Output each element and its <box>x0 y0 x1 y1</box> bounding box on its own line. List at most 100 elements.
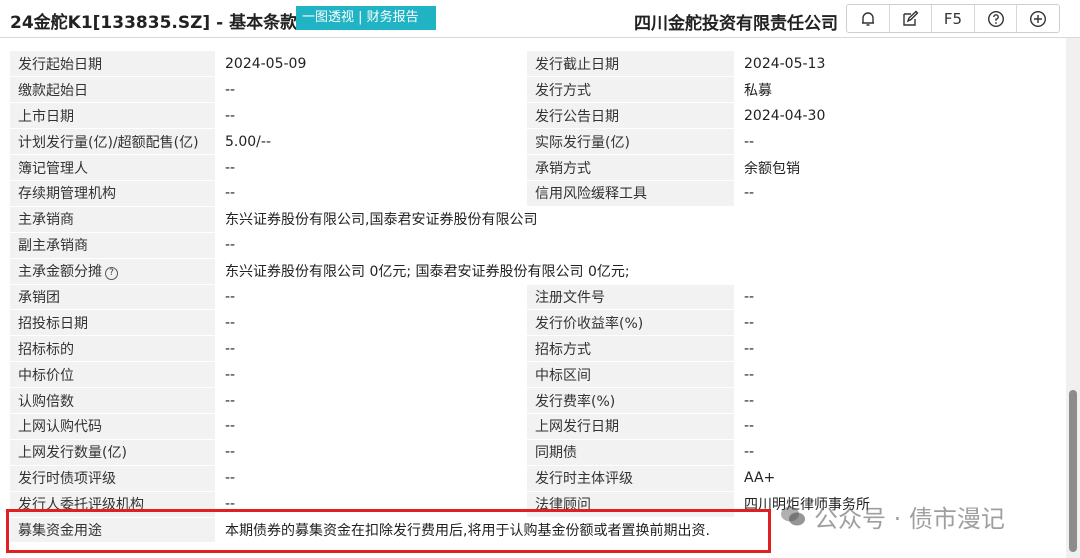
bond-terms-panel: 发行起始日期 2024-05-09 发行截止日期 2024-05-13 缴款起始日 -- 发… <box>0 38 1066 558</box>
field-label-text: 存续期管理机构 <box>18 186 116 203</box>
field-value-text: -- <box>225 366 236 383</box>
field-value-text: -- <box>225 470 236 487</box>
field-label-text: 发行公告日期 <box>535 108 619 125</box>
table-row: 中标价位 -- 中标区间 -- <box>10 361 1046 389</box>
field-value: -- <box>215 284 527 311</box>
field-value-text: -- <box>225 237 236 254</box>
field-label-text: 发行人委托评级机构 <box>18 497 144 514</box>
field-value: -- <box>215 387 527 414</box>
field-value-text: -- <box>225 340 236 357</box>
field-label: 法律顾问 <box>527 491 734 518</box>
field-label: 存续期管理机构 <box>10 180 215 207</box>
field-value: 2024-04-30 <box>734 102 1046 130</box>
field-value: -- <box>215 309 527 337</box>
field-value: -- <box>215 335 527 363</box>
vertical-scrollbar[interactable] <box>1066 38 1080 558</box>
field-label: 招投标日期 <box>10 309 215 337</box>
header-bar: 24金舵K1[133835.SZ] - 基本条款 一图透视 | 财务报告 四川金… <box>0 0 1080 38</box>
field-value-text: -- <box>744 340 755 357</box>
field-label-text: 同期债 <box>535 445 577 462</box>
field-value: -- <box>215 232 1046 259</box>
field-label: 募集资金用途 <box>10 517 215 544</box>
help-icon[interactable] <box>975 5 1018 32</box>
field-value: -- <box>734 361 1046 389</box>
field-value-text: -- <box>744 133 755 150</box>
table-row: 副主承销商 -- <box>10 232 1046 259</box>
field-value-text: -- <box>744 366 755 383</box>
field-value: AA+ <box>734 465 1046 492</box>
field-label-text: 上市日期 <box>18 108 74 125</box>
field-value-text: 余额包销 <box>744 160 800 177</box>
field-label: 主承金额分摊? <box>10 258 215 285</box>
table-row: 缴款起始日 -- 发行方式 私募 <box>10 76 1046 104</box>
field-label: 认购倍数 <box>10 387 215 414</box>
field-label-text: 发行价收益率(%) <box>535 315 644 332</box>
field-label: 发行起始日期 <box>10 51 215 78</box>
info-icon[interactable]: ? <box>105 267 118 281</box>
field-value-text: -- <box>225 496 236 513</box>
field-label-text: 承销方式 <box>535 160 591 177</box>
table-row: 招投标日期 -- 发行价收益率(%) -- <box>10 309 1046 337</box>
page-title: 24金舵K1[133835.SZ] - 基本条款 <box>10 13 298 33</box>
f5-refresh-button[interactable]: F5 <box>932 5 975 32</box>
field-value: 东兴证券股份有限公司 0亿元; 国泰君安证券股份有限公司 0亿元; <box>215 258 1046 285</box>
field-label-text: 主承金额分摊 <box>18 264 102 281</box>
field-label-text: 中标价位 <box>18 367 74 384</box>
table-row: 承销团 -- 注册文件号 -- <box>10 284 1046 311</box>
table-row: 计划发行量(亿)/超额配售(亿) 5.00/-- 实际发行量(亿) -- <box>10 128 1046 156</box>
scrollbar-thumb[interactable] <box>1069 390 1077 552</box>
field-value: -- <box>734 335 1046 363</box>
table-row: 存续期管理机构 -- 信用风险缓释工具 -- <box>10 180 1046 207</box>
field-label-text: 上网发行数量(亿) <box>18 445 127 462</box>
field-label: 上网发行数量(亿) <box>10 439 215 466</box>
field-value-text: AA+ <box>744 470 776 487</box>
overview-report-button[interactable]: 一图透视 | 财务报告 <box>296 6 436 30</box>
table-row: 簿记管理人 -- 承销方式 余额包销 <box>10 154 1046 181</box>
field-label-text: 上网发行日期 <box>535 419 619 436</box>
table-row: 发行时债项评级 -- 发行时主体评级 AA+ <box>10 465 1046 492</box>
field-value-text: -- <box>225 314 236 331</box>
edit-icon[interactable] <box>890 5 933 32</box>
field-label-text: 发行方式 <box>535 82 591 99</box>
field-label-text: 缴款起始日 <box>18 82 88 99</box>
field-value-text: -- <box>225 185 236 202</box>
field-label: 发行时主体评级 <box>527 465 734 492</box>
table-row: 主承销商 东兴证券股份有限公司,国泰君安证券股份有限公司 <box>10 206 1046 233</box>
watermark: 公众号 · 债市漫记 <box>780 494 1005 538</box>
field-value-text: -- <box>225 444 236 461</box>
field-label: 承销方式 <box>527 154 734 181</box>
field-value-text: -- <box>744 314 755 331</box>
field-label: 中标区间 <box>527 361 734 389</box>
f5-label: F5 <box>943 9 963 28</box>
field-label-text: 主承销商 <box>18 212 74 229</box>
field-label-text: 认购倍数 <box>18 393 74 410</box>
field-value: 东兴证券股份有限公司,国泰君安证券股份有限公司 <box>215 206 1046 233</box>
field-value: -- <box>734 413 1046 440</box>
field-value: 2024-05-09 <box>215 51 527 78</box>
table-row: 上市日期 -- 发行公告日期 2024-04-30 <box>10 102 1046 130</box>
field-label: 上网认购代码 <box>10 413 215 440</box>
field-label: 招标标的 <box>10 335 215 363</box>
field-value: -- <box>215 439 527 466</box>
field-label: 上市日期 <box>10 102 215 130</box>
table-row: 上网认购代码 -- 上网发行日期 -- <box>10 413 1046 440</box>
field-label: 信用风险缓释工具 <box>527 180 734 207</box>
company-name: 四川金舵投资有限责任公司 <box>634 14 838 34</box>
toolbar: F5 <box>846 4 1060 33</box>
field-label: 发行时债项评级 <box>10 465 215 492</box>
table-row: 发行起始日期 2024-05-09 发行截止日期 2024-05-13 <box>10 51 1046 78</box>
field-label: 主承销商 <box>10 206 215 233</box>
field-label-text: 发行时债项评级 <box>18 471 116 488</box>
field-label-text: 发行起始日期 <box>18 56 102 73</box>
field-label-text: 承销团 <box>18 289 60 306</box>
field-value-text: 2024-04-30 <box>744 107 826 124</box>
field-label-text: 发行费率(%) <box>535 393 616 410</box>
field-label: 中标价位 <box>10 361 215 389</box>
table-row: 认购倍数 -- 发行费率(%) -- <box>10 387 1046 414</box>
field-value-text: -- <box>225 288 236 305</box>
bell-icon[interactable] <box>847 5 890 32</box>
field-value: -- <box>734 128 1046 156</box>
field-label-text: 中标区间 <box>535 367 591 384</box>
plus-circle-icon[interactable] <box>1017 5 1059 32</box>
field-value: -- <box>734 387 1046 414</box>
